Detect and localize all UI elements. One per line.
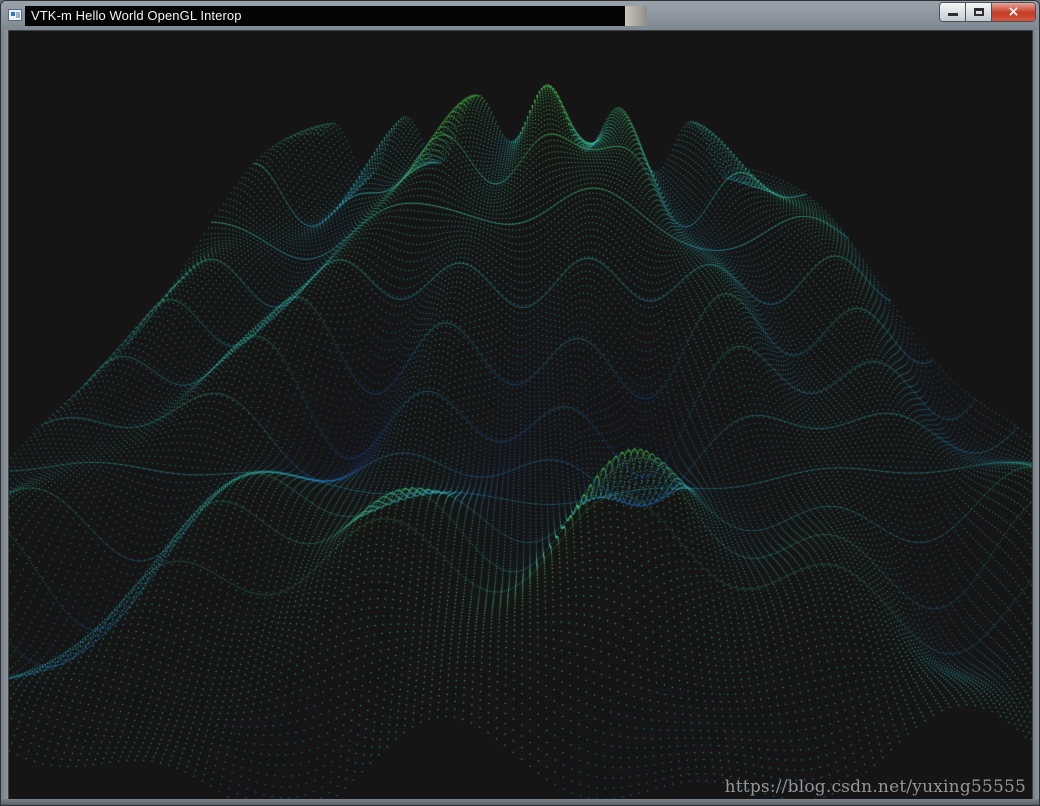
window-controls: × bbox=[939, 2, 1036, 22]
watermark-url: https://blog.csdn.net/yuxing55555 bbox=[724, 777, 1026, 797]
application-icon[interactable] bbox=[8, 9, 22, 21]
minimize-button[interactable] bbox=[940, 3, 966, 21]
close-button[interactable]: × bbox=[992, 3, 1035, 21]
application-window: VTK-m Hello World OpenGL Interop × https… bbox=[0, 0, 1040, 806]
point-cloud-canvas[interactable] bbox=[9, 31, 1032, 799]
opengl-viewport[interactable]: https://blog.csdn.net/yuxing55555 bbox=[8, 30, 1033, 800]
title-bar-strip bbox=[625, 6, 647, 26]
maximize-icon bbox=[966, 3, 991, 21]
title-bar[interactable]: VTK-m Hello World OpenGL Interop × bbox=[1, 1, 1039, 30]
window-title: VTK-m Hello World OpenGL Interop bbox=[31, 8, 242, 23]
window-left-border bbox=[1, 30, 8, 801]
window-bottom-border bbox=[1, 799, 1039, 805]
minimize-icon bbox=[940, 3, 965, 21]
maximize-button[interactable] bbox=[966, 3, 992, 21]
window-right-border bbox=[1032, 30, 1039, 801]
close-icon: × bbox=[1007, 4, 1020, 20]
